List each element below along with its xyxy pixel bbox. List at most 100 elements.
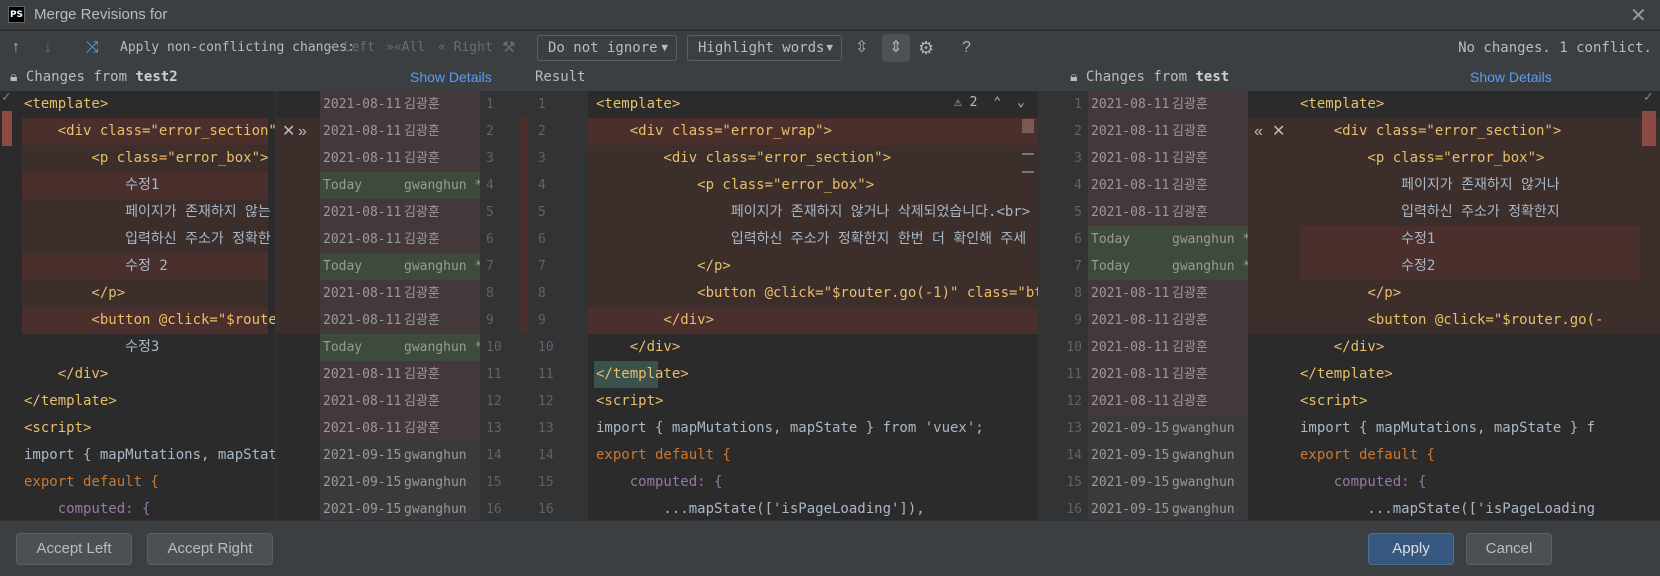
- annotation-date[interactable]: 2021-09-15: [1091, 469, 1169, 496]
- annotation-date[interactable]: 2021-08-11: [1091, 199, 1169, 226]
- annotation-date[interactable]: 2021-08-11: [323, 388, 401, 415]
- apply-right-button[interactable]: « Right: [438, 31, 493, 65]
- resolve-wand-icon[interactable]: ⚒: [502, 31, 515, 65]
- ignore-left-close-icon[interactable]: ✕: [282, 118, 295, 145]
- ignore-whitespace-dropdown[interactable]: Do not ignore ▼: [537, 35, 677, 61]
- code-line: </div>: [596, 312, 715, 328]
- annotation-author[interactable]: 김광훈: [404, 118, 440, 145]
- annotation-date[interactable]: 2021-08-11: [323, 415, 401, 442]
- settings-gear-icon[interactable]: ⚙: [918, 31, 934, 65]
- annotation-author[interactable]: gwanghun: [1172, 496, 1235, 520]
- annotation-date[interactable]: 2021-09-15: [323, 469, 401, 496]
- annotation-author[interactable]: 김광훈: [1172, 280, 1208, 307]
- apply-left-chevron-icon[interactable]: »: [298, 118, 307, 145]
- annotation-date[interactable]: 2021-08-11: [323, 91, 401, 118]
- annotation-date[interactable]: 2021-08-11: [323, 226, 401, 253]
- annotation-date[interactable]: Today: [323, 172, 362, 199]
- annotation-author[interactable]: 김광훈: [1172, 91, 1208, 118]
- annotation-author[interactable]: 김광훈: [1172, 388, 1208, 415]
- right-show-details-link[interactable]: Show Details: [1470, 65, 1552, 89]
- annotation-author[interactable]: gwanghun: [404, 442, 467, 469]
- annotation-author[interactable]: 김광훈: [1172, 307, 1208, 334]
- accept-left-button[interactable]: Accept Left: [16, 533, 132, 565]
- accept-right-button[interactable]: Accept Right: [147, 533, 273, 565]
- annotation-author[interactable]: gwanghun *: [404, 172, 480, 199]
- highlight-mode-dropdown[interactable]: Highlight words ▼: [687, 35, 842, 61]
- magic-resolve-icon[interactable]: ⤨: [86, 31, 99, 65]
- code-line: 수정 2: [24, 258, 168, 274]
- annotation-author[interactable]: 김광훈: [404, 415, 440, 442]
- apply-left-button[interactable]: » Left: [328, 31, 375, 65]
- annotation-date[interactable]: 2021-08-11: [1091, 91, 1169, 118]
- sync-scroll-toggle-icon[interactable]: ⇕: [882, 34, 910, 62]
- annotation-author[interactable]: gwanghun *: [1172, 253, 1248, 280]
- apply-button[interactable]: Apply: [1368, 533, 1454, 565]
- cancel-button[interactable]: Cancel: [1466, 533, 1552, 565]
- annotation-date[interactable]: 2021-08-11: [1091, 307, 1169, 334]
- annotation-date[interactable]: Today: [323, 253, 362, 280]
- annotation-author[interactable]: 김광훈: [1172, 118, 1208, 145]
- conflict-connector: [1248, 118, 1292, 334]
- right-editor[interactable]: ✓ <template> <div class="error_section">…: [1292, 91, 1660, 520]
- annotation-date[interactable]: 2021-08-11: [1091, 388, 1169, 415]
- apply-right-chevron-icon[interactable]: «: [1254, 118, 1263, 145]
- annotation-author[interactable]: gwanghun: [1172, 469, 1235, 496]
- annotation-date[interactable]: 2021-09-15: [323, 496, 401, 520]
- chevron-down-icon[interactable]: ⌄: [1017, 95, 1025, 110]
- help-icon[interactable]: ?: [962, 31, 971, 65]
- annotation-date[interactable]: 2021-08-11: [323, 361, 401, 388]
- annotation-author[interactable]: 김광훈: [1172, 145, 1208, 172]
- annotation-date[interactable]: Today: [1091, 226, 1130, 253]
- left-show-details-link[interactable]: Show Details: [410, 65, 492, 89]
- annotation-date[interactable]: 2021-08-11: [1091, 172, 1169, 199]
- collapse-unchanged-icon[interactable]: ⇳: [855, 31, 868, 65]
- annotation-date[interactable]: 2021-08-11: [1091, 145, 1169, 172]
- annotation-date[interactable]: Today: [323, 334, 362, 361]
- annotation-date[interactable]: 2021-08-11: [323, 307, 401, 334]
- annotation-author[interactable]: gwanghun: [404, 496, 467, 520]
- annotation-date[interactable]: 2021-08-11: [1091, 334, 1169, 361]
- annotation-author[interactable]: 김광훈: [1172, 172, 1208, 199]
- chevron-down-icon: ▼: [826, 41, 833, 54]
- annotation-author[interactable]: 김광훈: [1172, 199, 1208, 226]
- annotation-author[interactable]: gwanghun: [404, 469, 467, 496]
- previous-difference-icon[interactable]: ↑: [12, 31, 20, 65]
- annotation-date[interactable]: 2021-09-15: [1091, 442, 1169, 469]
- annotation-date[interactable]: 2021-08-11: [323, 118, 401, 145]
- annotation-author[interactable]: 김광훈: [404, 280, 440, 307]
- annotation-author[interactable]: 김광훈: [404, 307, 440, 334]
- line-number: 3: [486, 151, 494, 166]
- code-line: <button @click="$router.go(-1)" class="b…: [697, 285, 1038, 301]
- annotation-date[interactable]: 2021-09-15: [1091, 496, 1169, 520]
- annotation-date[interactable]: 2021-08-11: [1091, 118, 1169, 145]
- annotation-date[interactable]: 2021-08-11: [323, 145, 401, 172]
- next-difference-icon[interactable]: ↓: [44, 31, 52, 65]
- code-line: <p class="error_box">: [24, 150, 269, 166]
- annotation-author[interactable]: 김광훈: [1172, 334, 1208, 361]
- annotation-author[interactable]: gwanghun: [1172, 415, 1235, 442]
- close-window-icon[interactable]: ✕: [1630, 3, 1647, 28]
- annotation-date[interactable]: 2021-08-11: [323, 199, 401, 226]
- annotation-date[interactable]: 2021-08-11: [323, 280, 401, 307]
- ignore-right-close-icon[interactable]: ✕: [1272, 118, 1285, 145]
- left-editor[interactable]: ✓ <template> <div class="error_section">…: [0, 91, 276, 520]
- annotation-author[interactable]: 김광훈: [404, 226, 440, 253]
- annotation-author[interactable]: 김광훈: [404, 361, 440, 388]
- annotation-author[interactable]: gwanghun *: [1172, 226, 1248, 253]
- result-editor[interactable]: <template> <div class="error_wrap"> <div…: [588, 91, 1038, 520]
- chevron-up-icon[interactable]: ⌃: [993, 95, 1001, 110]
- annotation-author[interactable]: 김광훈: [404, 199, 440, 226]
- annotation-date[interactable]: 2021-08-11: [1091, 361, 1169, 388]
- annotation-author[interactable]: gwanghun *: [404, 334, 480, 361]
- annotation-author[interactable]: 김광훈: [404, 91, 440, 118]
- annotation-author[interactable]: gwanghun: [1172, 442, 1235, 469]
- annotation-date[interactable]: 2021-08-11: [1091, 280, 1169, 307]
- annotation-date[interactable]: Today: [1091, 253, 1130, 280]
- annotation-author[interactable]: 김광훈: [404, 388, 440, 415]
- annotation-author[interactable]: gwanghun *: [404, 253, 480, 280]
- apply-all-button[interactable]: »«All: [386, 31, 425, 65]
- annotation-author[interactable]: 김광훈: [404, 145, 440, 172]
- annotation-date[interactable]: 2021-09-15: [323, 442, 401, 469]
- annotation-author[interactable]: 김광훈: [1172, 361, 1208, 388]
- annotation-date[interactable]: 2021-09-15: [1091, 415, 1169, 442]
